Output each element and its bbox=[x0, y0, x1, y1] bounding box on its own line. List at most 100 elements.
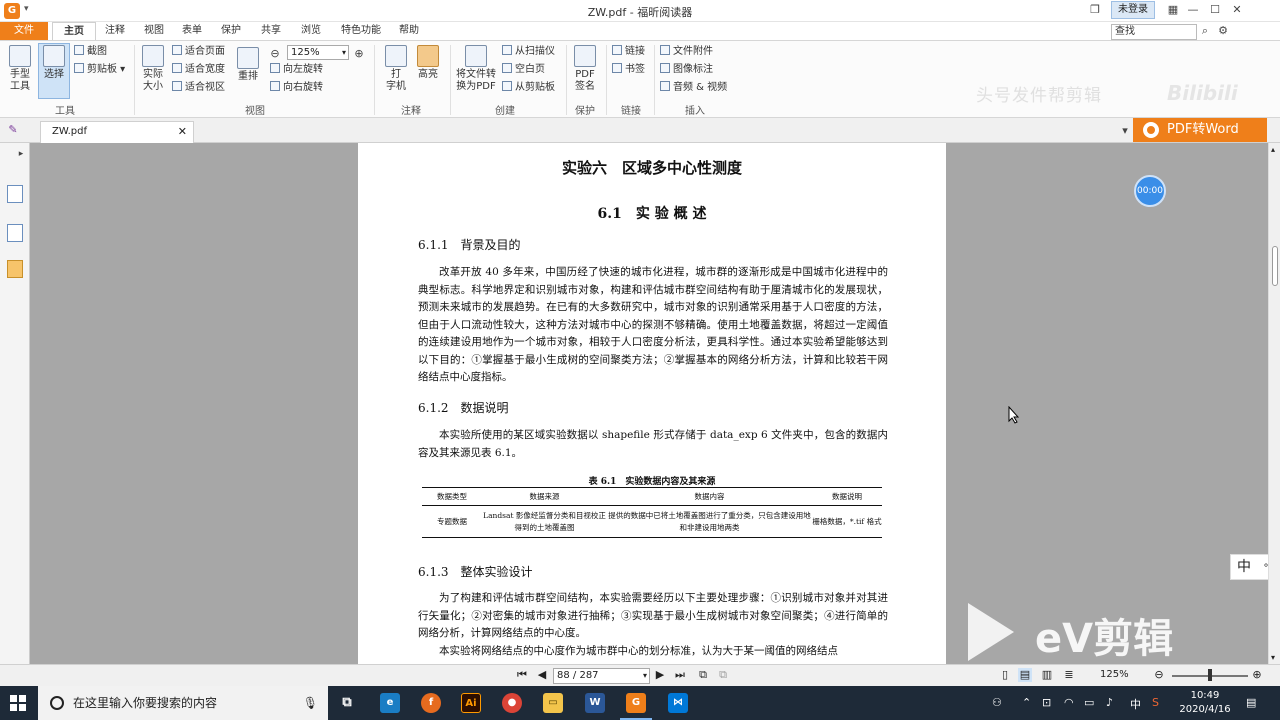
menu-protect[interactable]: 保护 bbox=[216, 22, 246, 40]
settings-icon[interactable]: ⚙ bbox=[1216, 24, 1230, 38]
illustrator-icon[interactable]: Ai bbox=[461, 693, 481, 713]
minimize-icon[interactable]: — bbox=[1186, 3, 1200, 17]
quick-access-dropdown-icon[interactable]: ▾ bbox=[24, 4, 29, 14]
people-icon[interactable]: ⚇ bbox=[992, 696, 1002, 709]
highlight-button[interactable]: 高亮 bbox=[414, 45, 442, 81]
rotate-right-button[interactable]: 向右旋转 bbox=[270, 81, 323, 95]
image-annotation-button[interactable]: 图像标注 bbox=[660, 63, 713, 77]
ime-tray-icon[interactable]: S bbox=[1152, 696, 1159, 709]
menu-file[interactable]: 文件 bbox=[0, 22, 48, 40]
taskbar-search-input[interactable]: 在这里输入你要搜索的内容 🎙 bbox=[38, 686, 328, 720]
tray-app-icon[interactable]: ⊡ bbox=[1042, 696, 1051, 709]
word-icon[interactable]: W bbox=[585, 693, 605, 713]
from-clipboard-button[interactable]: 从剪贴板 bbox=[502, 81, 555, 95]
single-page-view-icon[interactable]: ▯ bbox=[998, 668, 1012, 682]
sidebar-expand-icon[interactable]: ▸ bbox=[14, 147, 28, 161]
scroll-up-icon[interactable]: ▴ bbox=[1271, 145, 1275, 154]
menu-share[interactable]: 共享 bbox=[256, 22, 286, 40]
battery-icon[interactable]: ▭ bbox=[1084, 696, 1094, 709]
vscode-icon[interactable]: ⋈ bbox=[668, 693, 688, 713]
menu-comment[interactable]: 注释 bbox=[100, 22, 130, 40]
from-scanner-button[interactable]: 从扫描仪 bbox=[502, 45, 555, 59]
typewriter-button[interactable]: 打 字机 bbox=[382, 45, 410, 93]
zoom-in-status-icon[interactable]: ⊕ bbox=[1250, 668, 1264, 682]
pdf-sign-button[interactable]: PDF 签名 bbox=[570, 45, 600, 93]
next-page-icon[interactable]: ▶ bbox=[653, 668, 667, 682]
rotate-left-button[interactable]: 向左旋转 bbox=[270, 63, 323, 77]
document-viewer[interactable]: 实验六 区域多中心性测度 6.1 实 验 概 述 6.1.1 背景及目的 改革开… bbox=[30, 143, 1268, 664]
fit-width-button[interactable]: 适合宽度 bbox=[172, 63, 225, 77]
windows-start-icon[interactable] bbox=[10, 695, 26, 711]
first-page-icon[interactable]: ⏮ bbox=[515, 668, 529, 682]
previous-view-icon[interactable]: ⧉ bbox=[696, 668, 710, 682]
file-explorer-icon[interactable]: ▭ bbox=[543, 693, 563, 713]
chrome-icon[interactable]: ● bbox=[502, 693, 522, 713]
fit-visible-button[interactable]: 适合视区 bbox=[172, 81, 225, 95]
wifi-icon[interactable]: ◠ bbox=[1064, 696, 1074, 709]
audio-video-button[interactable]: 音频 & 视频 bbox=[660, 81, 727, 95]
volume-icon[interactable]: ♪ bbox=[1106, 696, 1113, 709]
close-tab-icon[interactable]: ✕ bbox=[178, 122, 187, 142]
restore-small-icon[interactable]: ❐ bbox=[1088, 3, 1102, 17]
zoom-level[interactable]: 125% bbox=[1100, 669, 1129, 680]
comments-panel-icon[interactable] bbox=[7, 260, 23, 278]
fit-page-button[interactable]: 适合页面 bbox=[172, 45, 225, 59]
foxit-reader-icon[interactable]: G bbox=[626, 693, 646, 713]
reflow-button[interactable]: 重排 bbox=[236, 47, 260, 83]
last-page-icon[interactable]: ⏭ bbox=[673, 668, 687, 682]
vertical-scrollbar[interactable]: ▴ ▾ bbox=[1268, 143, 1280, 664]
menu-features[interactable]: 特色功能 bbox=[337, 22, 385, 40]
grid-view-icon[interactable]: ▦ bbox=[1166, 3, 1180, 17]
continuous-facing-icon[interactable]: ≣ bbox=[1062, 668, 1076, 682]
input-language[interactable]: 中 bbox=[1130, 696, 1141, 712]
link-button[interactable]: 链接 bbox=[612, 45, 645, 59]
zoom-select[interactable]: 125% ▾ bbox=[287, 45, 349, 60]
maximize-icon[interactable]: ☐ bbox=[1208, 3, 1222, 17]
search-input[interactable]: 查找 bbox=[1111, 24, 1197, 40]
pdf-to-word-button[interactable]: PDF转Word bbox=[1133, 118, 1267, 142]
page-number-input[interactable]: 88 / 287 ▾ bbox=[553, 668, 650, 684]
hand-tool-button[interactable]: 手型 工具 bbox=[6, 45, 34, 93]
tab-zw-pdf[interactable]: ZW.pdf ✕ bbox=[40, 121, 194, 143]
zoom-out-status-icon[interactable]: ⊖ bbox=[1152, 668, 1166, 682]
zoom-slider-handle[interactable] bbox=[1208, 669, 1212, 681]
menu-home[interactable]: 主页 bbox=[52, 22, 96, 40]
clipboard-button[interactable]: 剪贴板 ▾ bbox=[74, 63, 125, 77]
scroll-down-icon[interactable]: ▾ bbox=[1271, 653, 1275, 662]
zoom-out-icon[interactable]: ⊖ bbox=[268, 47, 282, 61]
convert-to-pdf-button[interactable]: 将文件转 换为PDF bbox=[454, 45, 498, 93]
bookmark-button[interactable]: 书签 bbox=[612, 63, 645, 77]
fit-width-icon bbox=[172, 63, 182, 73]
prev-page-icon[interactable]: ◀ bbox=[535, 668, 549, 682]
layers-panel-icon[interactable] bbox=[7, 224, 23, 242]
blank-page-icon bbox=[502, 63, 512, 73]
file-attachment-button[interactable]: 文件附件 bbox=[660, 45, 713, 59]
browser-app-icon[interactable]: e bbox=[380, 693, 400, 713]
menu-help[interactable]: 帮助 bbox=[394, 22, 424, 40]
scrollbar-thumb[interactable] bbox=[1272, 246, 1278, 286]
notification-icon[interactable]: ▤ bbox=[1246, 696, 1256, 709]
zoom-in-icon[interactable]: ⊕ bbox=[352, 47, 366, 61]
actual-size-button[interactable]: 实际 大小 bbox=[140, 45, 166, 93]
microphone-icon[interactable]: 🎙 bbox=[303, 686, 318, 720]
system-clock[interactable]: 10:49 2020/4/16 bbox=[1172, 689, 1238, 717]
search-icon[interactable]: ⌕ bbox=[1198, 24, 1212, 38]
menu-view[interactable]: 视图 bbox=[139, 22, 169, 40]
tray-arrow-icon[interactable]: ⌃ bbox=[1022, 696, 1031, 709]
login-button[interactable]: 未登录 bbox=[1111, 1, 1155, 19]
blank-page-button[interactable]: 空白页 bbox=[502, 63, 545, 77]
facing-view-icon[interactable]: ▥ bbox=[1040, 668, 1054, 682]
next-view-icon[interactable]: ⧉ bbox=[716, 668, 730, 682]
app-logo-icon[interactable]: G bbox=[4, 3, 20, 19]
screenshot-button[interactable]: 截图 bbox=[74, 45, 107, 59]
windows-taskbar: 在这里输入你要搜索的内容 🎙 ⧉ e f Ai ● ▭ W G ⋈ ⚇ ⌃ ⊡ … bbox=[0, 686, 1280, 720]
task-view-icon[interactable]: ⧉ bbox=[337, 693, 357, 713]
firefox-icon[interactable]: f bbox=[421, 693, 441, 713]
recording-timer[interactable]: 00:00 bbox=[1134, 175, 1166, 207]
menu-form[interactable]: 表单 bbox=[177, 22, 207, 40]
close-icon[interactable]: ✕ bbox=[1230, 3, 1244, 17]
tab-list-dropdown-icon[interactable]: ▾ bbox=[1118, 124, 1132, 138]
continuous-view-icon[interactable]: ▤ bbox=[1018, 668, 1032, 682]
pages-panel-icon[interactable] bbox=[7, 185, 23, 203]
menu-browse[interactable]: 浏览 bbox=[296, 22, 326, 40]
